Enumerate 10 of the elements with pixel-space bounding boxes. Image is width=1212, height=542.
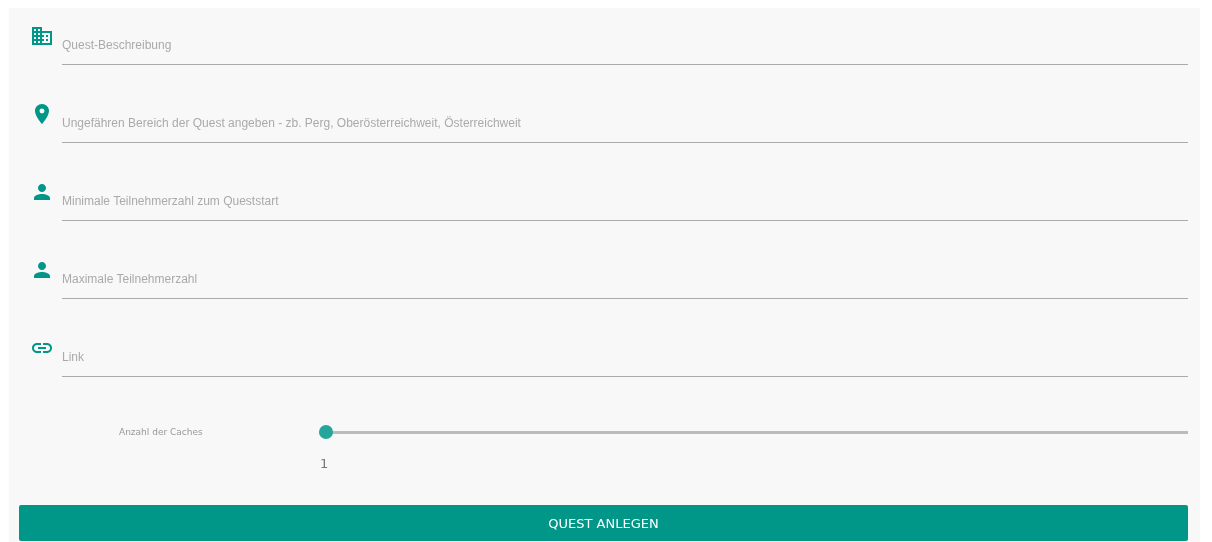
- text-field[interactable]: Link: [62, 344, 1188, 377]
- slider-value: 1: [320, 456, 330, 471]
- text-field[interactable]: Quest-Beschreibung: [62, 32, 1188, 65]
- submit-button[interactable]: QUEST ANLEGEN: [19, 505, 1188, 541]
- building-icon: [29, 24, 54, 48]
- text-field[interactable]: Ungefähren Bereich der Quest angeben - zb. Perg, Oberösterreichweit, Österreichweit: [62, 110, 1188, 143]
- slider-thumb[interactable]: [319, 425, 333, 439]
- slider-label: Anzahl der Caches: [119, 427, 204, 437]
- text-field[interactable]: Maximale Teilnehmerzahl: [62, 266, 1188, 299]
- text-field[interactable]: Minimale Teilnehmerzahl zum Queststart: [62, 188, 1188, 221]
